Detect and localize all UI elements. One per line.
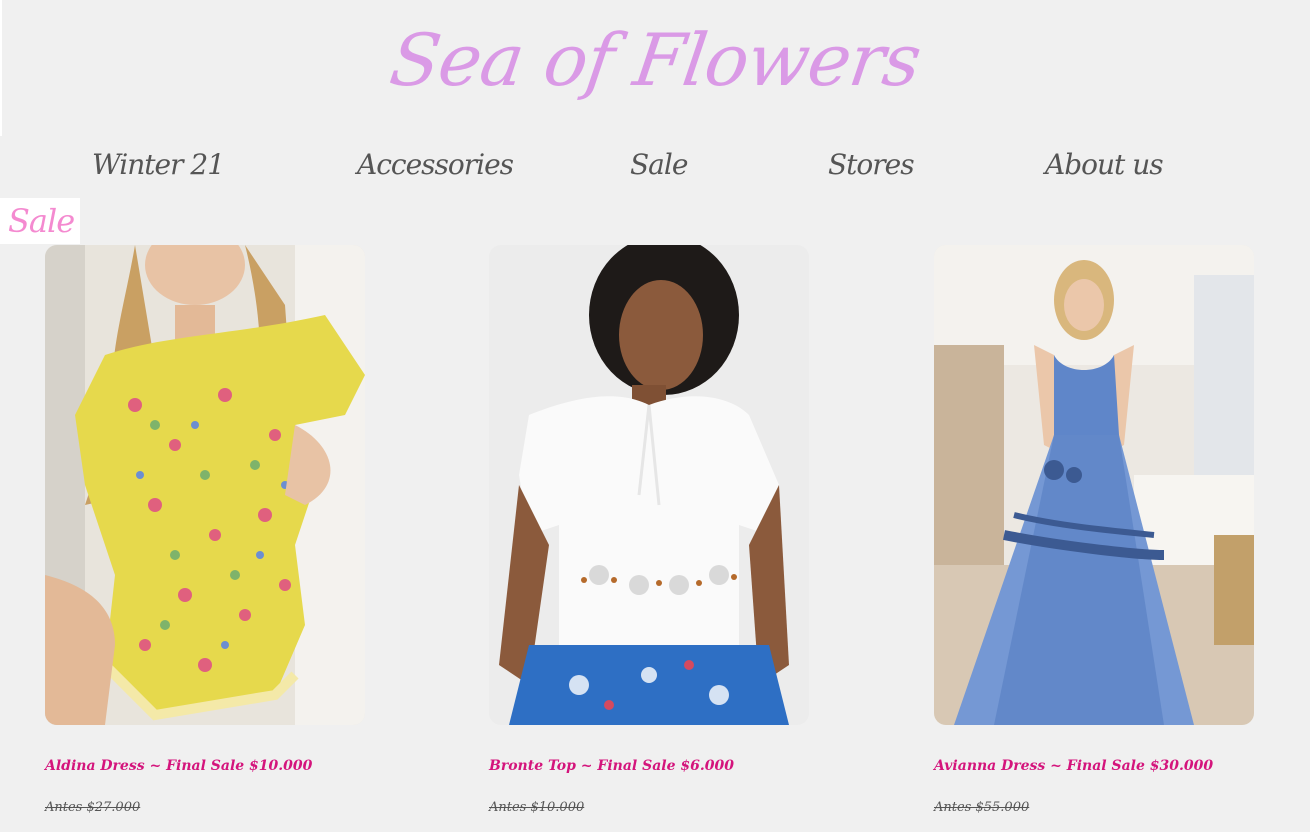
yellow-floral-dress-photo [45, 245, 365, 725]
site-header: Sea of Flowers [0, 0, 1310, 135]
nav-item-stores[interactable]: Stores [828, 148, 915, 181]
product-image[interactable] [45, 245, 365, 725]
nav-item-sale[interactable]: Sale [630, 148, 688, 181]
nav-item-accessories[interactable]: Accessories [357, 148, 514, 181]
site-logo[interactable]: Sea of Flowers [382, 0, 927, 120]
product-old-price: Antes $55.000 [934, 800, 1030, 815]
blue-tulle-gown-photo [934, 245, 1254, 725]
product-card: Avianna Dress ~ Final Sale $30.000 Antes… [934, 245, 1254, 815]
product-title[interactable]: Aldina Dress ~ Final Sale $10.000 [45, 758, 365, 774]
product-old-price: Antes $10.000 [489, 800, 585, 815]
nav-item-about-us[interactable]: About us [1045, 148, 1164, 181]
product-image[interactable] [489, 245, 809, 725]
product-card: Bronte Top ~ Final Sale $6.000 Antes $10… [489, 245, 809, 815]
product-title[interactable]: Avianna Dress ~ Final Sale $30.000 [934, 758, 1254, 774]
main-nav: Winter 21 Accessories Sale Stores About … [0, 140, 1310, 200]
product-title[interactable]: Bronte Top ~ Final Sale $6.000 [489, 758, 809, 774]
product-card: Aldina Dress ~ Final Sale $10.000 Antes … [45, 245, 365, 815]
page: Sea of Flowers Winter 21 Accessories Sal… [0, 0, 1310, 832]
section-title: Sale [0, 198, 81, 244]
white-blouse-photo [489, 245, 809, 725]
product-image[interactable] [934, 245, 1254, 725]
nav-item-winter-21[interactable]: Winter 21 [92, 148, 225, 181]
product-old-price: Antes $27.000 [45, 800, 141, 815]
